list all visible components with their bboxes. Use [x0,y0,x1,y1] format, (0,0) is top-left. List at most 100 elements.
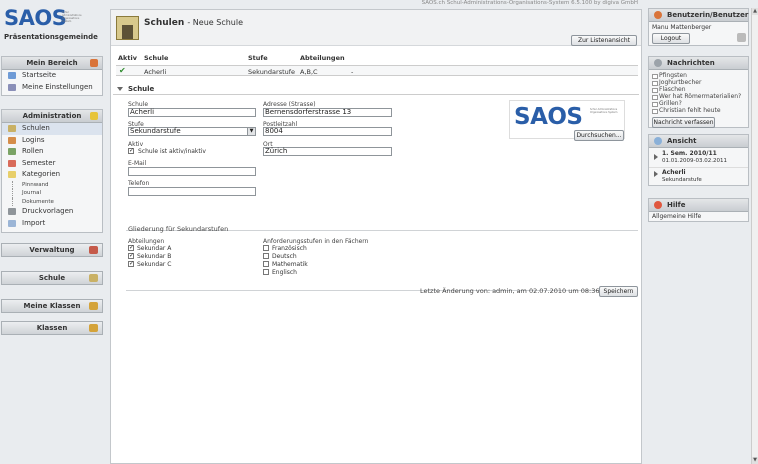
nav-semester[interactable]: Semester [2,158,102,170]
gliederung-title: Gliederung für Sekundarstufen [128,225,229,233]
active-check-icon: ✔ [119,66,126,75]
panel-hilfe-header[interactable]: Hilfe [649,199,748,212]
panel-meine-klassen[interactable]: Meine Klassen [1,299,103,313]
adresse-input[interactable]: Bernensdorferstrasse 13 [263,108,392,117]
help-link[interactable]: Allgemeine Hilfe [649,212,748,221]
save-button[interactable]: Speichern [599,286,638,297]
nav-sub-journal[interactable]: Journal [12,189,102,198]
panel-news-title: Nachrichten [667,59,715,67]
news-item[interactable]: Wer hat Römermaterialien? [649,93,748,100]
folder-icon [8,171,16,178]
main-header: Schulen - Neue Schule Zur Listenansicht [111,10,641,46]
news-item[interactable]: Joghurtbecher [649,79,748,86]
fach-checkbox-englisch[interactable] [263,269,269,275]
scroll-up-icon[interactable]: ▲ [752,8,758,15]
section-schule-title: Schule [128,85,155,93]
nav-kategorien[interactable]: Kategorien [2,169,102,181]
list-view-button[interactable]: Zur Listenansicht [571,35,637,46]
telefon-input[interactable] [128,187,256,196]
section-schule[interactable]: Schule [113,84,639,95]
email-input[interactable] [128,167,256,176]
abt-checkbox-a[interactable]: ✓ [128,245,134,251]
panel-administration-title: Administration [22,112,82,120]
nav-sub-pinnwand[interactable]: Pinnwand [12,180,102,189]
news-item[interactable]: Flaschen [649,86,748,93]
school-icon [89,274,98,282]
col-aktiv[interactable]: Aktiv [118,54,137,62]
scroll-down-icon[interactable]: ▼ [752,457,758,464]
logo-text: SAOS [4,6,67,30]
ort-input[interactable]: Zürich [263,147,392,156]
logout-button[interactable]: Logout [652,33,690,44]
compose-message-button[interactable]: Nachricht verfassen [652,117,715,128]
col-stufe[interactable]: Stufe [248,54,268,62]
panel-meine-klassen-title: Meine Klassen [23,302,81,310]
logo-tagline: Schul Administrations Organisations Syst… [62,11,82,23]
organization-name: Präsentationsgemeinde [4,33,98,41]
print-icon [8,208,16,215]
fach-checkbox-deutsch[interactable] [263,253,269,259]
panel-verwaltung[interactable]: Verwaltung [1,243,103,257]
nav-import[interactable]: Import [2,218,102,230]
panel-klassen[interactable]: Klassen [1,321,103,335]
group-icon [89,324,98,332]
col-abteilungen[interactable]: Abteilungen [300,54,345,62]
panel-verwaltung-title: Verwaltung [29,246,75,254]
panel-ansicht-header[interactable]: Ansicht [649,135,748,148]
row-abteilungen: A,B,C [300,68,318,76]
ansicht-school-sub: Sekundarstufe [662,176,702,183]
nav-rollen[interactable]: Rollen [2,146,102,158]
panel-user: Benutzerin/Benutzer Manu Mattenberger Lo… [648,8,749,46]
view-icon [654,137,662,145]
tools-icon [89,246,98,254]
users-icon [8,136,16,144]
news-item[interactable]: Grillen? [649,100,748,107]
ansicht-school[interactable]: Acherli Sekundarstufe [649,167,748,183]
fach-checkbox-franzoesisch[interactable] [263,245,269,251]
user-icon [654,11,662,19]
ansicht-semester[interactable]: 1. Sem. 2010/11 01.01.2009-03.02.2011 [649,150,748,164]
plz-input[interactable]: 8004 [263,127,392,136]
page-title: Schulen - Neue Schule [144,18,243,28]
news-item[interactable]: Christian fehlt heute [649,107,748,114]
fach-checkbox-mathematik[interactable] [263,261,269,267]
preview-logo-tagline: Schul Administrations Organisations Syst… [590,108,618,114]
panel-ansicht-title: Ansicht [667,137,697,145]
settings-icon [8,83,16,91]
schule-input[interactable]: Acherli [128,108,256,117]
panel-news-header[interactable]: Nachrichten [649,57,748,70]
panel-user-header[interactable]: Benutzerin/Benutzer [649,9,748,22]
panel-schule[interactable]: Schule [1,271,103,285]
chevron-down-icon: ▼ [247,128,255,135]
table-row[interactable] [116,65,638,76]
nav-import-label: Import [22,218,46,227]
panel-administration-header[interactable]: Administration [2,110,102,123]
ansicht-semester-dates: 01.01.2009-03.02.2011 [662,157,727,164]
left-sidebar: SAOS Schul Administrations Organisations… [0,0,104,464]
stufe-select[interactable]: Sekundarstufe ▼ [128,127,256,136]
aktiv-checkbox[interactable]: ✓ [128,148,134,154]
key-icon[interactable] [737,33,746,42]
nav-druckvorlagen[interactable]: Druckvorlagen [2,206,102,218]
news-item[interactable]: Pfingsten [649,72,748,79]
anforderungsstufen-label: Anforderungsstufen in den Fächern [263,238,369,245]
fach-label-mathematik: Mathematik [272,261,308,268]
browse-button[interactable]: Durchsuchen... [574,130,624,141]
nav-logins[interactable]: Logins [2,135,102,147]
panel-klassen-title: Klassen [36,324,68,332]
panel-mein-bereich-header[interactable]: Mein Bereich [2,57,102,70]
last-change-text: Letzte Änderung von: admin, am 02.07.201… [420,287,600,295]
mail-icon [654,59,662,67]
chevron-right-icon [654,154,658,160]
panel-hilfe-title: Hilfe [667,201,686,209]
nav-startseite[interactable]: Startseite [2,70,102,82]
abt-checkbox-b[interactable]: ✓ [128,253,134,259]
nav-sub-dokumente[interactable]: Dokumente [12,197,102,206]
nav-schulen[interactable]: Schulen [2,123,102,135]
panel-user-title: Benutzerin/Benutzer [667,11,749,19]
abt-checkbox-c[interactable]: ✓ [128,261,134,267]
col-schule[interactable]: Schule [144,54,168,62]
nav-meine-einstellungen[interactable]: Meine Einstellungen [2,82,102,94]
scrollbar[interactable]: ▲ ▼ [751,8,758,464]
user-name: Manu Mattenberger [652,24,712,31]
